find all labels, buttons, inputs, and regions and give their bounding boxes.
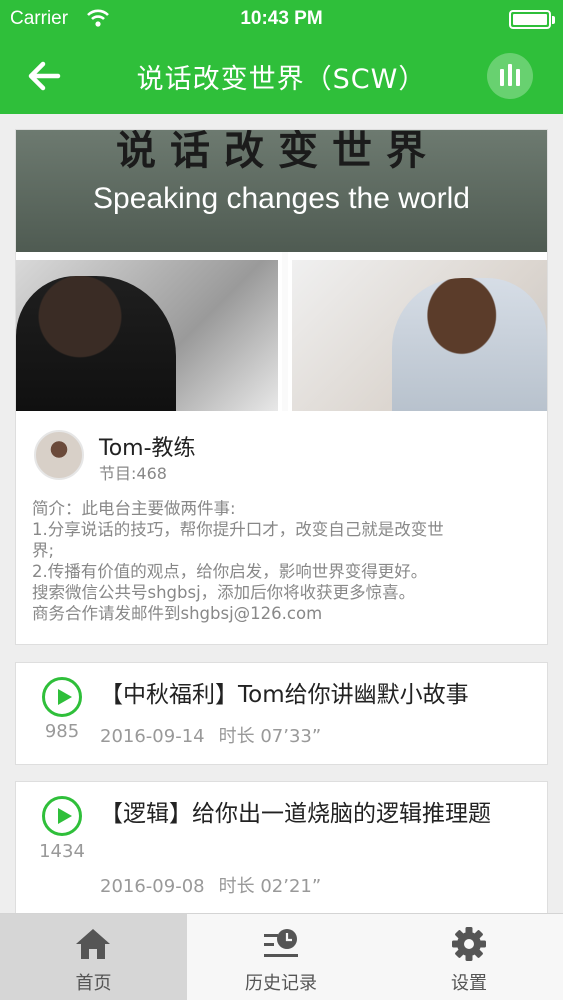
tab-history[interactable]: 历史记录 <box>187 914 375 1000</box>
tab-bar: 首页 历史记录 设置 <box>0 913 563 1000</box>
status-time: 10:43 PM <box>240 8 323 29</box>
episode-meta: 2016-09-08 时长 02’21” <box>100 872 321 898</box>
tab-history-label: 历史记录 <box>245 973 317 994</box>
coach-name: Tom-教练 <box>99 436 196 461</box>
page-title: 说话改变世界（SCW） <box>136 64 427 95</box>
intro-line: 1.分享说话的技巧，帮你提升口才，改变自己就是改变世 <box>32 520 444 539</box>
banner-header: 说话改变世界 Speaking changes the world <box>16 130 547 252</box>
episode-duration: 时长 07’33” <box>218 726 322 747</box>
intro-line: 商务合作请发邮件到shgbsj@126.com <box>32 604 323 623</box>
banner-calligraphy: 说话改变世界 <box>116 130 440 174</box>
home-icon <box>76 929 110 959</box>
bar-chart-icon[interactable] <box>487 53 533 99</box>
play-count: 985 <box>44 721 80 742</box>
episode-duration: 时长 02’21” <box>218 876 322 897</box>
tab-home[interactable]: 首页 <box>0 914 187 1000</box>
channel-intro: 简介：此电台主要做两件事: 1.分享说话的技巧，帮你提升口才，改变自己就是改变世… <box>32 498 537 624</box>
navigation-bar: 说话改变世界（SCW） <box>0 38 563 114</box>
play-icon[interactable] <box>42 677 82 717</box>
photo-divider <box>282 252 288 411</box>
speaker-figure-right <box>392 278 547 411</box>
episode-date: 2016-09-14 <box>100 726 205 747</box>
speaker-figure-left <box>16 276 176 411</box>
intro-line: 界; <box>32 541 55 560</box>
intro-line: 2.传播有价值的观点，给你启发，影响世界变得更好。 <box>32 562 428 581</box>
gear-icon <box>452 927 486 961</box>
history-icon <box>264 929 298 957</box>
battery-icon <box>509 10 555 29</box>
tab-settings-label: 设置 <box>451 973 487 994</box>
intro-line: 简介：此电台主要做两件事: <box>32 499 236 518</box>
play-count: 1434 <box>39 841 85 862</box>
banner-image: 说话改变世界 Speaking changes the world <box>16 130 547 411</box>
episode-meta: 2016-09-14 时长 07’33” <box>100 722 321 748</box>
banner-slogan: Speaking changes the world <box>93 182 470 215</box>
episode-card[interactable]: 985 【中秋福利】Tom给你讲幽默小故事 2016-09-14 时长 07’33… <box>15 662 548 765</box>
episode-title[interactable]: 【中秋福利】Tom给你讲幽默小故事 <box>100 679 538 711</box>
episode-card[interactable]: 1434 【逻辑】给你出一道烧脑的逻辑推理题 2016-09-08 时长 02’2… <box>15 781 548 916</box>
speaker-photo-left <box>16 260 278 411</box>
channel-card: 说话改变世界 Speaking changes the world Tom-教练… <box>15 129 548 645</box>
episode-count: 节目:468 <box>99 464 167 483</box>
tab-home-label: 首页 <box>75 973 112 994</box>
episode-title[interactable]: 【逻辑】给你出一道烧脑的逻辑推理题 <box>100 798 538 830</box>
speaker-photo-right <box>292 260 547 411</box>
avatar[interactable] <box>34 430 84 480</box>
play-icon[interactable] <box>42 796 82 836</box>
episode-date: 2016-09-08 <box>100 876 205 897</box>
intro-line: 搜索微信公共号shgbsj，添加后你将收获更多惊喜。 <box>32 583 416 602</box>
tab-settings[interactable]: 设置 <box>375 914 563 1000</box>
status-bar: Carrier 10:43 PM <box>0 0 563 38</box>
